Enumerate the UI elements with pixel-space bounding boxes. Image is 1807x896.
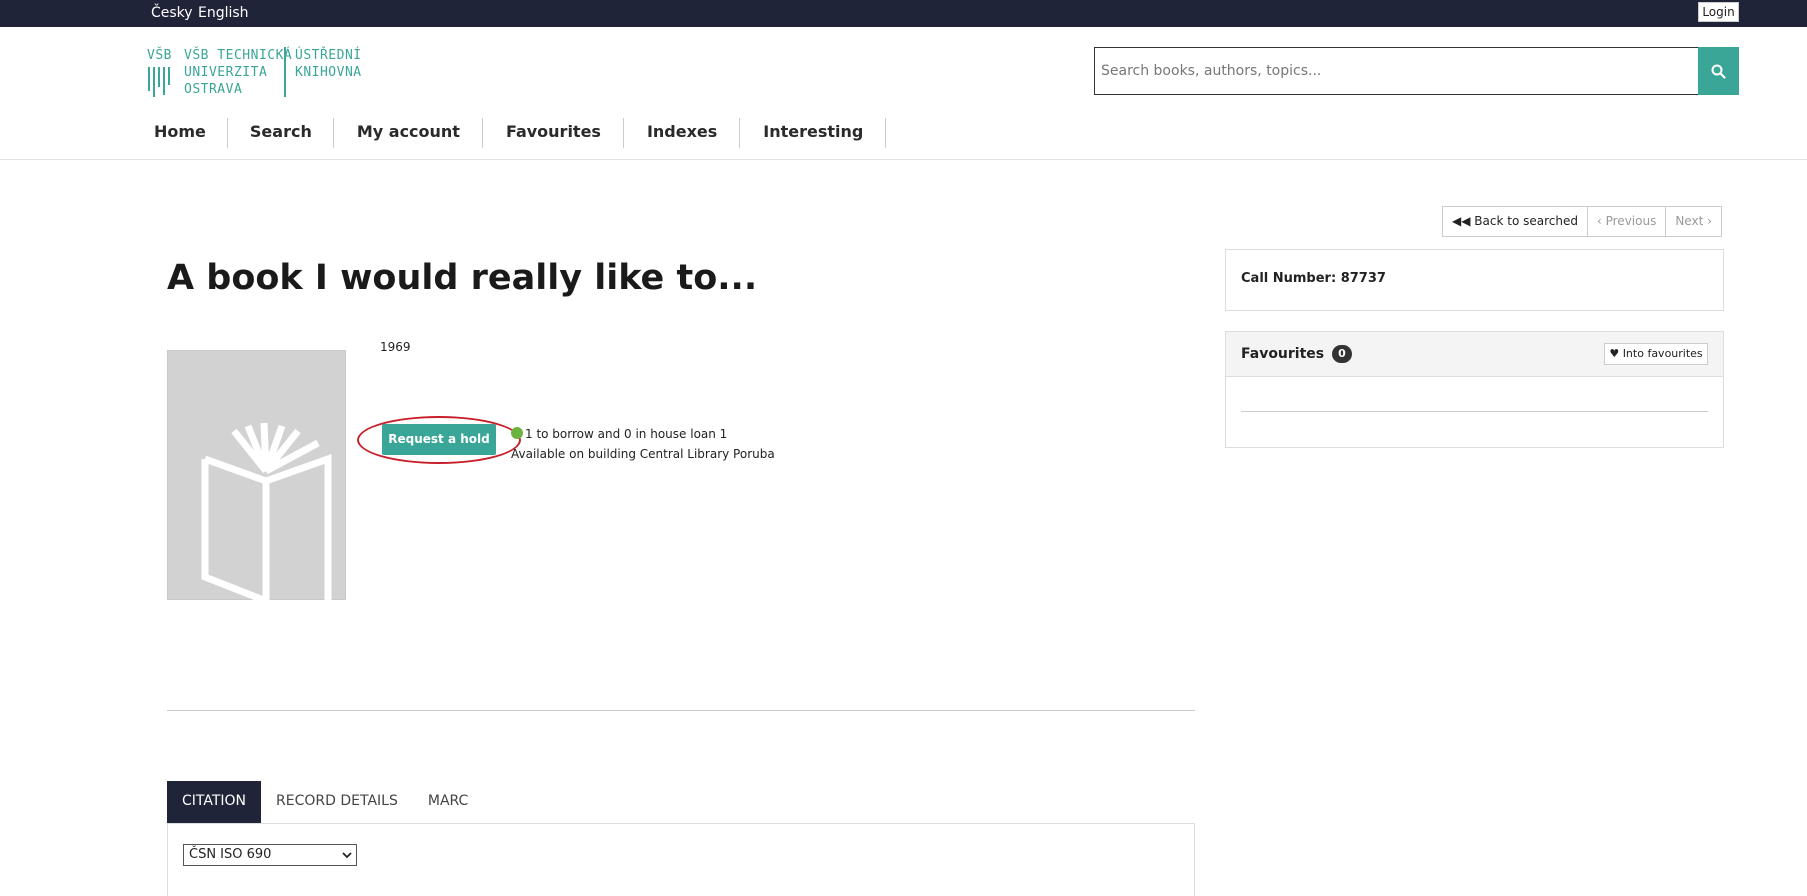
annotation-ellipse — [357, 416, 521, 464]
availability-line1: 1 to borrow and 0 in house loan 1 — [525, 427, 728, 441]
into-favourites-label: Into favourites — [1622, 347, 1703, 360]
next-button[interactable]: Next › — [1666, 207, 1721, 236]
nav-favourites[interactable]: Favourites — [483, 118, 624, 148]
record-title: A book I would really like to... — [167, 258, 758, 298]
back-to-searched-button[interactable]: ◀◀ Back to searched — [1443, 207, 1588, 236]
previous-label: Previous — [1605, 214, 1657, 228]
library-logo[interactable]: VŠB VŠB TECHNICKÁ UNIVERZITA OSTRAVA ÚST… — [147, 47, 372, 99]
logo-right1: ÚSTŘEDNÍ — [295, 48, 362, 63]
search-button[interactable] — [1698, 47, 1739, 95]
top-bar: Česky English Login — [0, 0, 1807, 27]
chevron-right-icon: › — [1707, 214, 1712, 228]
logo-divider — [284, 47, 286, 97]
search-bar — [1094, 47, 1739, 95]
citation-panel: ČSN ISO 690 — [167, 823, 1195, 896]
citation-style-value: ČSN ISO 690 — [189, 847, 272, 862]
main-nav: Home Search My account Favourites Indexe… — [138, 118, 887, 148]
chevron-left-icon: ‹ — [1596, 214, 1602, 228]
book-icon — [201, 422, 332, 605]
search-icon — [1711, 64, 1726, 79]
logo-line2: UNIVERZITA — [184, 65, 268, 80]
back-label: Back to searched — [1474, 214, 1578, 228]
favourites-panel-header: Favourites 0 ♥ Into favourites — [1226, 332, 1723, 377]
publication-year: 1969 — [380, 340, 411, 354]
login-button[interactable]: Login — [1698, 2, 1739, 22]
heart-icon: ♥ — [1609, 347, 1620, 360]
nav-interesting[interactable]: Interesting — [740, 118, 887, 148]
nav-home[interactable]: Home — [138, 118, 228, 148]
logo-line3: OSTRAVA — [184, 82, 243, 97]
tab-marc[interactable]: MARC — [413, 781, 483, 823]
call-number: Call Number: 87737 — [1241, 271, 1386, 286]
record-tabs: CITATION RECORD DETAILS MARC — [167, 781, 483, 823]
nav-my-account[interactable]: My account — [334, 118, 483, 148]
header-divider — [0, 159, 1807, 160]
availability-info: 1 to borrow and 0 in house loan 1 Availa… — [511, 424, 775, 464]
favourites-panel: Favourites 0 ♥ Into favourites — [1225, 331, 1724, 448]
chevron-down-icon — [342, 852, 352, 859]
favourites-title-label: Favourites — [1241, 346, 1325, 362]
book-cover-placeholder — [167, 350, 346, 605]
favourites-count-badge: 0 — [1332, 345, 1352, 363]
logo-right2: KNIHOVNA — [295, 65, 362, 80]
nav-search[interactable]: Search — [228, 118, 334, 148]
logo-vsb: VŠB — [147, 48, 172, 63]
favourites-divider — [1241, 411, 1708, 412]
call-number-panel: Call Number: 87737 — [1225, 249, 1724, 311]
nav-indexes[interactable]: Indexes — [624, 118, 741, 148]
logo-line1: VŠB TECHNICKÁ — [184, 48, 293, 63]
tab-citation[interactable]: CITATION — [167, 781, 262, 823]
next-label: Next — [1675, 214, 1704, 228]
citation-style-select[interactable]: ČSN ISO 690 — [183, 844, 357, 866]
content-divider — [167, 710, 1195, 711]
double-chevron-left-icon: ◀◀ — [1452, 214, 1471, 228]
record-pager: ◀◀ Back to searched ‹ Previous Next › — [1442, 206, 1722, 237]
tab-record-details[interactable]: RECORD DETAILS — [261, 781, 413, 823]
search-input[interactable] — [1094, 47, 1699, 95]
availability-line2: Available on building Central Library Po… — [511, 447, 775, 461]
into-favourites-button[interactable]: ♥ Into favourites — [1604, 343, 1708, 365]
available-status-icon — [511, 427, 523, 439]
language-english-link[interactable]: English — [198, 5, 249, 21]
favourites-title: Favourites 0 — [1241, 345, 1352, 363]
previous-button[interactable]: ‹ Previous — [1588, 207, 1667, 236]
language-czech-link[interactable]: Česky — [151, 5, 193, 21]
